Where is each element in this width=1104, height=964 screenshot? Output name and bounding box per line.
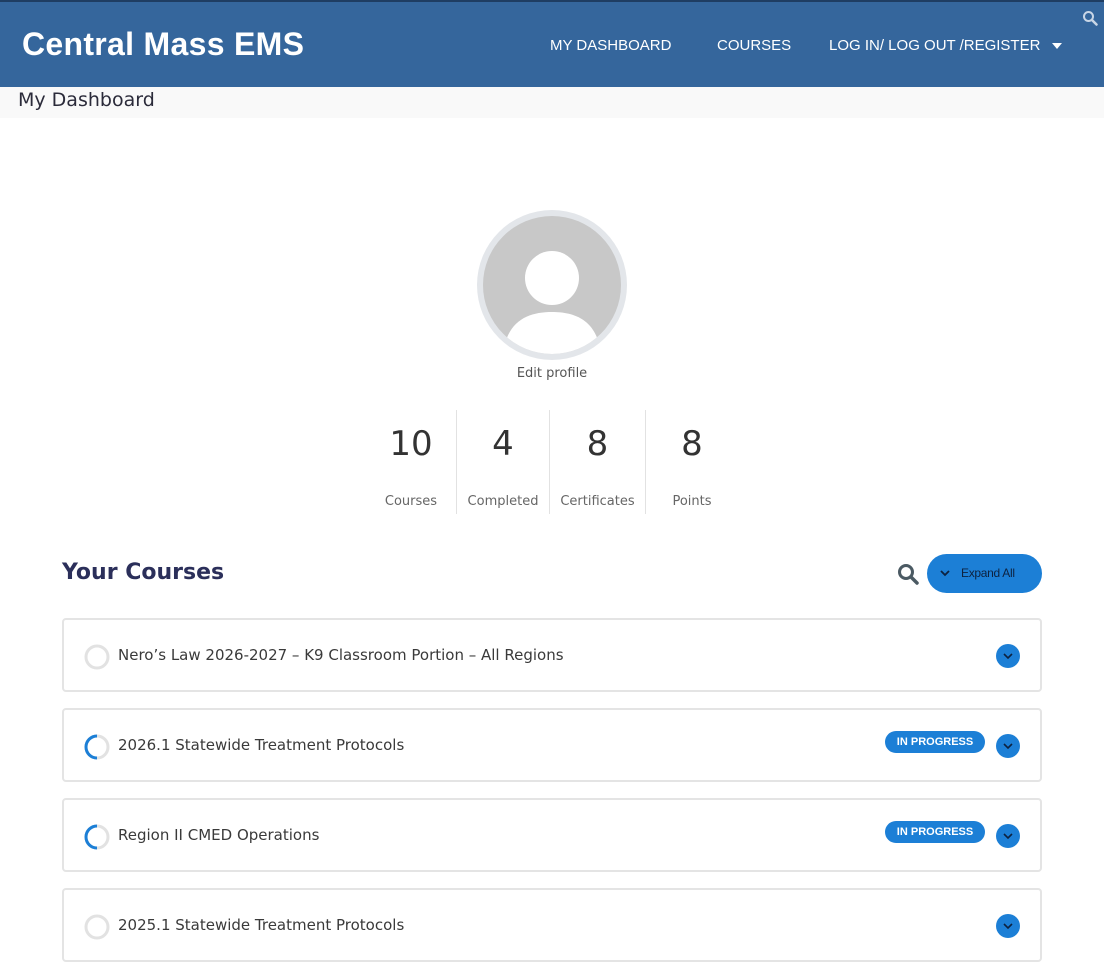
progress-ring-icon [84, 644, 110, 670]
stat-value: 4 [492, 424, 514, 464]
status-badge: IN PROGRESS [885, 821, 985, 843]
course-row[interactable]: Region II CMED Operations IN PROGRESS [62, 798, 1042, 872]
stat-label: Certificates [560, 494, 635, 509]
chevron-down-icon[interactable] [1052, 43, 1062, 49]
nav-courses[interactable]: COURSES [717, 37, 791, 54]
avatar [477, 210, 627, 360]
stat-points: 8 Points [646, 410, 738, 514]
stat-label: Points [672, 494, 712, 509]
stat-completed: 4 Completed [457, 410, 549, 514]
search-icon[interactable] [896, 562, 920, 586]
course-title[interactable]: Nero’s Law 2026-2027 – K9 Classroom Port… [118, 646, 564, 664]
stat-value: 8 [586, 424, 609, 464]
user-silhouette-icon [503, 251, 601, 354]
expand-all-button[interactable]: Expand All [927, 554, 1042, 593]
chevron-down-icon [940, 570, 950, 577]
stat-label: Completed [467, 494, 539, 509]
chevron-down-icon [1003, 743, 1013, 750]
stat-certificates: 8 Certificates [550, 410, 645, 514]
progress-ring-icon [84, 734, 110, 760]
nav-my-dashboard[interactable]: MY DASHBOARD [550, 37, 671, 54]
search-icon[interactable] [1082, 10, 1098, 26]
chevron-down-icon [1003, 653, 1013, 660]
stat-value: 8 [681, 424, 703, 464]
course-title[interactable]: Region II CMED Operations [118, 826, 319, 844]
course-expand-button[interactable] [996, 824, 1020, 848]
course-expand-button[interactable] [996, 644, 1020, 668]
stat-courses: 10 Courses [366, 410, 456, 514]
course-expand-button[interactable] [996, 734, 1020, 758]
stat-value: 10 [389, 424, 433, 464]
course-title[interactable]: 2025.1 Statewide Treatment Protocols [118, 916, 404, 934]
nav-account[interactable]: LOG IN/ LOG OUT /REGISTER [829, 37, 1040, 54]
course-expand-button[interactable] [996, 914, 1020, 938]
page-title: My Dashboard [18, 89, 155, 111]
site-logo[interactable]: Central Mass EMS [22, 26, 304, 63]
progress-ring-icon [84, 824, 110, 850]
status-badge: IN PROGRESS [885, 731, 985, 753]
progress-ring-icon [84, 914, 110, 940]
expand-all-label: Expand All [961, 566, 1015, 580]
section-title: Your Courses [62, 560, 225, 585]
course-title[interactable]: 2026.1 Statewide Treatment Protocols [118, 736, 404, 754]
edit-profile-link[interactable]: Edit profile [0, 366, 1104, 381]
chevron-down-icon [1003, 923, 1013, 930]
course-row[interactable]: 2025.1 Statewide Treatment Protocols [62, 888, 1042, 962]
course-row[interactable]: Nero’s Law 2026-2027 – K9 Classroom Port… [62, 618, 1042, 692]
stat-label: Courses [384, 494, 438, 509]
page-title-bar [0, 87, 1104, 118]
course-row[interactable]: 2026.1 Statewide Treatment Protocols IN … [62, 708, 1042, 782]
chevron-down-icon [1003, 833, 1013, 840]
site-header: Central Mass EMS MY DASHBOARD COURSES LO… [0, 0, 1104, 87]
